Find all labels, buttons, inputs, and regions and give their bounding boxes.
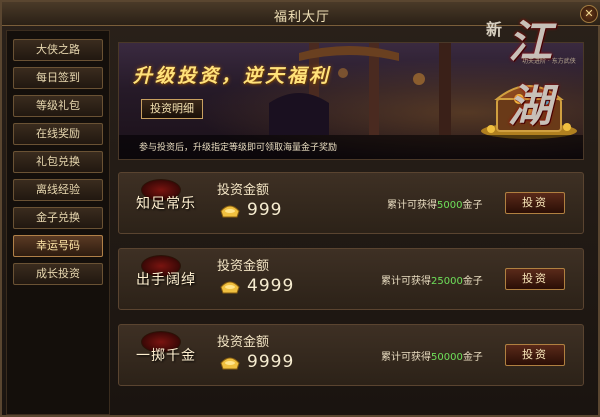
investment-card: 知足常乐 投资金额 999 累计可获得5000金子 投资 [118,172,584,234]
investment-card: 出手阔绰 投资金额 4999 累计可获得25000金子 投资 [118,248,584,310]
invest-button[interactable]: 投资 [505,192,565,214]
reward-suffix: 金子 [462,200,483,211]
gold-ingot-icon [220,281,240,294]
banner-note: 参与投资后，升级指定等级即可领取海量金子奖励 [119,135,583,159]
investment-detail-button[interactable]: 投资明细 [141,99,203,119]
card-name: 一掷千金 [136,348,196,364]
invest-button[interactable]: 投资 [505,344,565,366]
investment-amount: 4999 [247,276,295,296]
sidebar-item-daily-checkin[interactable]: 每日签到 [13,67,103,89]
banner-slogan: 升级投资，逆天福利 [133,65,332,87]
reward-prefix: 累计可获得 [381,352,431,363]
card-name: 出手阔绰 [136,272,196,288]
investment-amount: 9999 [247,352,295,372]
reward-value: 5000 [437,200,463,211]
reward-suffix: 金子 [462,276,483,287]
logo-prefix: 新 [486,20,503,39]
card-label: 投资金额 [217,183,270,198]
investment-card: 一掷千金 投资金额 9999 累计可获得50000金子 投资 [118,324,584,386]
reward-value: 50000 [431,352,463,363]
logo-name: 江湖 [508,17,552,132]
sidebar-item-gold-exchange[interactable]: 金子兑换 [13,207,103,229]
investment-amount: 999 [247,200,283,220]
sidebar-item-gift-redeem[interactable]: 礼包兑换 [13,151,103,173]
sidebar: 大侠之路 每日签到 等级礼包 在线奖励 礼包兑换 离线经验 金子兑换 幸运号码 … [6,30,110,415]
gold-ingot-icon [220,205,240,218]
sidebar-item-online-reward[interactable]: 在线奖励 [13,123,103,145]
sidebar-item-lucky-number[interactable]: 幸运号码 [13,235,103,257]
sidebar-item-level-gift[interactable]: 等级礼包 [13,95,103,117]
sidebar-item-offline-exp[interactable]: 离线经验 [13,179,103,201]
reward-value: 25000 [431,276,463,287]
reward-prefix: 累计可获得 [387,200,437,211]
sidebar-item-growth-investment[interactable]: 成长投资 [13,263,103,285]
welfare-hall-window: 福利大厅 ✕ 大侠之路 每日签到 等级礼包 在线奖励 礼包兑换 离线经验 金子兑… [0,0,600,417]
reward-text: 累计可获得25000金子 [381,272,483,287]
invest-button[interactable]: 投资 [505,268,565,290]
reward-text: 累计可获得5000金子 [387,196,482,211]
reward-text: 累计可获得50000金子 [381,348,483,363]
logo-subtitle: 功夫进阶 · 东方武侠 [522,58,576,65]
card-label: 投资金额 [217,259,270,274]
sidebar-item-hero-road[interactable]: 大侠之路 [13,39,103,61]
reward-suffix: 金子 [462,352,483,363]
gold-ingot-icon [220,357,240,370]
reward-prefix: 累计可获得 [381,276,431,287]
game-logo: 新 江湖 功夫进阶 · 东方武侠 [486,6,586,132]
card-name: 知足常乐 [136,196,196,212]
card-label: 投资金额 [217,335,270,350]
